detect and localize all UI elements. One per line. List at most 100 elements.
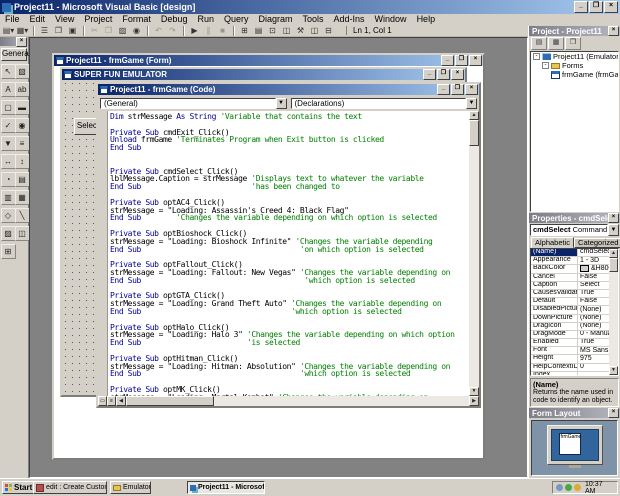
menu-project[interactable]: Project [79, 14, 117, 25]
task-button-edit-create-custom-int[interactable]: edit : Create Custom Int... [33, 481, 107, 494]
combobox-tool[interactable]: ▼ [0, 136, 16, 151]
tab-alphabetic[interactable]: Alphabetic [531, 237, 575, 248]
save-project-icon[interactable]: ▣ [66, 25, 79, 36]
add-project-icon[interactable]: ▤▾ [2, 25, 15, 36]
emulator-titlebar[interactable]: SUPER FUN EMULATOR _ ❐ × [62, 69, 465, 80]
shape-tool[interactable]: ◇ [0, 208, 16, 223]
view-code-icon[interactable]: ▤ [531, 37, 547, 50]
textbox-tool[interactable]: ab [14, 82, 30, 97]
dropdown-icon[interactable]: ▼ [466, 97, 477, 109]
menu-tools[interactable]: Tools [298, 14, 329, 25]
find-icon[interactable]: ◉ [130, 25, 143, 36]
properties-titlebar[interactable]: Properties - cmdSelect × [529, 213, 620, 223]
property-row-dragmode[interactable]: DragMode0 - Manual [531, 330, 609, 340]
scroll-down-icon[interactable]: ▼ [469, 387, 479, 396]
form-close-button[interactable]: × [469, 55, 482, 66]
tab-categorized[interactable]: Categorized [574, 238, 620, 248]
data-view-icon[interactable]: ◫ [308, 25, 321, 36]
filelistbox-tool[interactable]: ▦ [14, 190, 30, 205]
task-button-project11-microsoft-v[interactable]: Project11 - Microsoft V... [187, 481, 265, 494]
vscroll-thumb[interactable] [469, 120, 479, 146]
mini-form[interactable]: frmGame [558, 433, 581, 455]
procedure-combo[interactable]: (Declarations) ▼ [290, 97, 477, 109]
property-row-downpicture[interactable]: DownPicture (None) [531, 314, 609, 323]
menu-format[interactable]: Format [117, 14, 156, 25]
redo-icon[interactable]: ↷ [166, 25, 179, 36]
paste-icon[interactable]: ▨ [116, 25, 129, 36]
scroll-up-icon[interactable]: ▲ [469, 111, 479, 120]
property-row-appearance[interactable]: Appearance 1 - 3D [531, 257, 609, 266]
cut-icon[interactable]: ✂ [88, 25, 101, 36]
menu-diagram[interactable]: Diagram [253, 14, 297, 25]
expander-icon[interactable]: - [533, 53, 540, 60]
code-hscrollbar[interactable]: ▭ ≡ ◀ ▶ [98, 396, 479, 406]
code-vscrollbar[interactable]: ▲ ▼ [469, 111, 479, 396]
dropdown-icon[interactable]: ▼ [275, 97, 287, 109]
optionbutton-tool[interactable]: ◉ [14, 118, 30, 133]
scroll-down-icon[interactable]: ▼ [609, 366, 618, 375]
menu-editor-icon[interactable]: ☰ [38, 25, 51, 36]
dropdown-icon[interactable]: ▼ [608, 224, 619, 236]
procedure-view-button[interactable]: ▭ [98, 396, 107, 406]
properties-window-icon[interactable]: ▤ [252, 25, 265, 36]
start-icon[interactable]: ▶ [188, 25, 201, 36]
form-layout-close-icon[interactable]: × [608, 408, 619, 418]
code-editor[interactable]: Dim strMessage As String 'Variable that … [108, 111, 469, 396]
property-row-index[interactable]: Index [531, 371, 609, 375]
tree-item-project11[interactable]: - Project11 (Emulator.vbp) [531, 52, 618, 61]
vscrollbar-tool[interactable]: ↕ [14, 154, 30, 169]
menu-query[interactable]: Query [219, 14, 254, 25]
checkbox-tool[interactable]: ✓ [0, 118, 16, 133]
break-icon[interactable]: ∥ [202, 25, 215, 36]
picturebox-tool[interactable]: ▧ [14, 64, 30, 79]
undo-icon[interactable]: ↶ [152, 25, 165, 36]
close-button[interactable]: × [604, 1, 618, 13]
project-explorer-close-icon[interactable]: × [608, 26, 619, 36]
frame-tool[interactable]: ▢ [0, 100, 16, 115]
menu-debug[interactable]: Debug [156, 14, 193, 25]
expander-icon[interactable]: - [542, 62, 549, 69]
emulator-maximize-button[interactable]: ❐ [437, 69, 450, 80]
object-browser-icon[interactable]: ◫ [280, 25, 293, 36]
project-explorer-icon[interactable]: ⊞ [238, 25, 251, 36]
menu-help[interactable]: Help [412, 14, 441, 25]
property-row-causesvalidation[interactable]: CausesValidationTrue [531, 289, 609, 299]
dirlistbox-tool[interactable]: ▥ [0, 190, 16, 205]
vscroll-thumb[interactable] [609, 258, 618, 272]
code-close-button[interactable]: × [465, 84, 478, 95]
tray-icon-3[interactable] [574, 484, 581, 491]
property-row-dragicon[interactable]: DragIcon (None) [531, 322, 609, 331]
code-minimize-button[interactable]: _ [437, 84, 450, 95]
tree-item-frmgame[interactable]: frmGame (frmGame.frm) [531, 70, 618, 79]
property-row-font[interactable]: FontMS Sans Serif [531, 347, 609, 356]
emulator-close-button[interactable]: × [451, 69, 464, 80]
listbox-tool[interactable]: ≡ [14, 136, 30, 151]
toolbox-close-icon[interactable]: × [16, 36, 27, 47]
view-object-icon[interactable]: ▦ [548, 37, 564, 50]
ole-tool[interactable]: ⊞ [0, 244, 16, 259]
properties-vscrollbar[interactable]: ▲ ▼ [609, 249, 618, 375]
hscrollbar-tool[interactable]: ↔ [0, 154, 16, 169]
drivelistbox-tool[interactable]: ▤ [14, 172, 30, 187]
full-module-view-button[interactable]: ≡ [107, 396, 116, 406]
code-window-titlebar[interactable]: Project11 - frmGame (Code) _ ❐ × [98, 84, 479, 95]
menu-run[interactable]: Run [192, 14, 219, 25]
component-manager-icon[interactable]: ⊟ [322, 25, 335, 36]
object-combo[interactable]: (General) ▼ [100, 97, 287, 109]
property-row-enabled[interactable]: Enabled True [531, 339, 609, 348]
properties-object-combo[interactable]: cmdSelect CommandButton ▼ [530, 224, 619, 236]
code-maximize-button[interactable]: ❐ [451, 84, 464, 95]
menu-view[interactable]: View [50, 14, 79, 25]
tray-icon-2[interactable] [565, 484, 572, 491]
form-window-titlebar[interactable]: Project11 - frmGame (Form) _ ❐ × [54, 55, 483, 66]
emulator-minimize-button[interactable]: _ [423, 69, 436, 80]
toolbox-tab-general[interactable]: General [1, 48, 30, 61]
property-row-helpcontextid[interactable]: HelpContextID 0 [531, 363, 609, 372]
form-maximize-button[interactable]: ❐ [455, 55, 468, 66]
scroll-left-icon[interactable]: ◀ [116, 396, 126, 406]
form-minimize-button[interactable]: _ [441, 55, 454, 66]
property-row-height[interactable]: Height 975 [531, 355, 609, 364]
open-project-icon[interactable]: ❒ [52, 25, 65, 36]
toggle-folders-icon[interactable]: ❒ [565, 37, 581, 50]
data-tool[interactable]: ◫ [14, 226, 30, 241]
